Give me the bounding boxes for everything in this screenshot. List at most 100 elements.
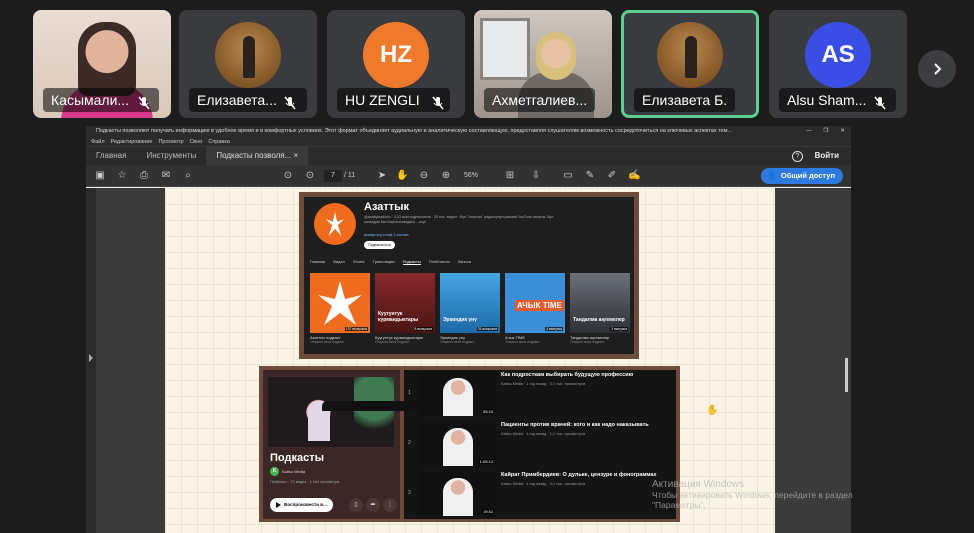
azattyk-mark-icon	[318, 281, 362, 325]
page-number-input[interactable]: 7	[324, 170, 342, 182]
podcast-grid: 137 выпусков Азаттык подкаст Открыть вес…	[310, 273, 630, 344]
playlist-title: Подкасты	[270, 452, 324, 464]
participant-tile[interactable]: Касымали...	[33, 10, 171, 118]
podcast-thumb: Тандалма аңгемелер 3 выпуска Тандалма аң…	[570, 273, 630, 344]
help-icon[interactable]: ?	[792, 151, 803, 162]
podcast-thumb-text: Куугунтук курмандыктары	[378, 311, 419, 323]
star-icon[interactable]: ☆	[116, 170, 128, 182]
acrobat-toolbar: ▣ ☆ ⎙ ✉ ⌕ ⊙ ⊙ 7 / 11 ➤ ✋ ⊖ ⊕ 56% ⊞ ⇩ ▭ ✎…	[86, 165, 851, 187]
window-controls: — ❐ ✕	[806, 126, 845, 137]
participant-tile[interactable]: Елизавета...	[179, 10, 317, 118]
floating-page-control[interactable]	[322, 401, 442, 411]
video-duration: 1:05:12	[478, 459, 494, 464]
stamp-icon[interactable]: ✍	[628, 170, 640, 182]
video-index: 2	[408, 440, 411, 446]
participant-tile[interactable]: AS Alsu Sham...	[769, 10, 907, 118]
video-thumbnail: 1:05:12	[419, 422, 496, 466]
azattyk-logo-icon	[314, 203, 356, 245]
episode-count: 4 выпуска	[545, 327, 563, 331]
next-participants-button[interactable]	[918, 50, 956, 88]
print-icon[interactable]: ⎙	[138, 170, 150, 182]
podcast-sub: Открыть весь подкаст	[440, 340, 475, 344]
menu-edit[interactable]: Редактирование	[111, 137, 153, 146]
podcast-thumb-text: Тандалма аңгемелер	[573, 317, 625, 323]
episode-count: 3 выпуска	[610, 327, 628, 331]
episode-count: 137 выпусков	[344, 327, 368, 331]
menu-bar: Файл Редактирование Просмотр Окно Справк…	[86, 137, 851, 147]
shared-screen: Подкасты позволяют получать информацию в…	[86, 126, 851, 533]
menu-view[interactable]: Просмотр	[158, 137, 183, 146]
video-meta: Kaitsu Media · 1 год назад · 3,1 тыс. пр…	[501, 382, 586, 386]
chevron-right-icon	[934, 63, 942, 75]
menu-file[interactable]: Файл	[91, 137, 105, 146]
video-title: Как подросткам выбирать будущую професси…	[501, 372, 634, 378]
podcast-thumb-text: Эркиндик үнү	[443, 317, 477, 323]
search-icon[interactable]: ⌕	[182, 170, 194, 182]
episode-count: 8 выпусков	[413, 327, 433, 331]
zoom-in-icon[interactable]: ⊕	[440, 170, 452, 182]
select-cursor-icon[interactable]: ➤	[376, 170, 388, 182]
window-title: Подкасты позволяют получать информацию в…	[96, 128, 733, 134]
zoom-level[interactable]: 56%	[464, 170, 478, 182]
podcast-playlist-screenshot: Подкасты K Kaitsu Media Плейлист · 72 ви…	[259, 366, 680, 522]
podcast-sub: Открыть весь подкаст	[505, 340, 540, 344]
mic-off-icon	[432, 96, 444, 110]
left-panel-toggle[interactable]	[86, 188, 96, 533]
meeting-view: Касымали... Елизавета... HZ HU ZENGLI Ах…	[0, 0, 974, 533]
comment-icon[interactable]: ▭	[562, 170, 574, 182]
tab-document[interactable]: Подкасты позволя... ×	[206, 147, 309, 165]
mail-icon[interactable]: ✉	[160, 170, 172, 182]
video-meta: Kaitsu Media · 1 год назад · 1,1 тыс. пр…	[501, 432, 586, 436]
share-button[interactable]: Общий доступ	[760, 168, 843, 184]
video-feed-background	[480, 18, 530, 80]
window-titlebar: Подкасты позволяют получать информацию в…	[86, 126, 851, 137]
scrollbar[interactable]	[845, 358, 848, 392]
play-all-button: Воспроизвести в...	[270, 498, 333, 512]
login-button[interactable]: Войти	[815, 147, 839, 165]
channel-title: Азаттык	[364, 201, 410, 213]
podcast-thumb: Куугунтук курмандыктары 8 выпусков Куугу…	[375, 273, 435, 344]
tab-close-icon[interactable]: ×	[294, 151, 299, 160]
hand-tool-icon[interactable]: ✋	[396, 170, 408, 182]
fit-page-icon[interactable]: ⊞	[504, 170, 516, 182]
nav-playlists: Плейлисты	[428, 259, 450, 264]
nav-live: Трансляции	[372, 259, 395, 264]
mic-off-icon	[284, 96, 296, 110]
menu-help[interactable]: Справка	[208, 137, 230, 146]
page-up-icon[interactable]: ⊙	[282, 170, 294, 182]
podcast-sub: Открыть весь подкаст	[310, 340, 345, 344]
tab-document-label: Подкасты позволя...	[216, 151, 292, 160]
participant-tile-active-speaker[interactable]: Елизавета Б.	[621, 10, 759, 118]
video-duration: 38:15	[481, 409, 494, 414]
page-down-icon[interactable]: ⊙	[304, 170, 316, 182]
nav-posts: Записи	[457, 259, 471, 264]
close-icon[interactable]: ✕	[840, 126, 845, 137]
highlight-icon[interactable]: ✐	[606, 170, 618, 182]
minimize-icon[interactable]: —	[806, 126, 812, 137]
save-icon[interactable]: ▣	[94, 170, 106, 182]
video-thumbnail: 19:42	[419, 472, 496, 516]
pen-icon[interactable]: ✎	[584, 170, 596, 182]
zoom-out-icon[interactable]: ⊖	[418, 170, 430, 182]
scroll-mode-icon[interactable]: ⇩	[530, 170, 542, 182]
podcast-sub: Открыть весь подкаст	[570, 340, 605, 344]
save-playlist-icon: ▯	[349, 498, 363, 512]
mic-off-icon	[138, 96, 150, 110]
maximize-icon[interactable]: ❐	[823, 126, 828, 137]
participant-tile[interactable]: HZ HU ZENGLI	[327, 10, 465, 118]
participant-tile[interactable]: Ахметгалиев...	[474, 10, 612, 118]
avatar	[215, 22, 281, 88]
video-item: 1 38:15 Как подросткам выбирать будущую …	[404, 370, 676, 418]
tab-tools[interactable]: Инструменты	[136, 147, 206, 165]
menu-window[interactable]: Окно	[190, 137, 203, 146]
tab-bar: Главная Инструменты Подкасты позволя... …	[86, 147, 851, 165]
avatar: HZ	[363, 22, 429, 88]
nav-podcasts: Подкасты	[402, 259, 421, 265]
azattyk-channel: Азаттык @azattykradiosu · 3,03 млн подпи…	[304, 197, 634, 354]
video-feed-person	[78, 22, 136, 96]
video-item: 2 1:05:12 Пациенты против врачей: кого и…	[404, 420, 676, 468]
podcast-thumb: 137 выпусков Азаттык подкаст Открыть вес…	[310, 273, 370, 344]
tab-home[interactable]: Главная	[86, 147, 136, 165]
playlist-channel: K Kaitsu Media	[270, 467, 305, 476]
page-total: / 11	[344, 172, 356, 179]
